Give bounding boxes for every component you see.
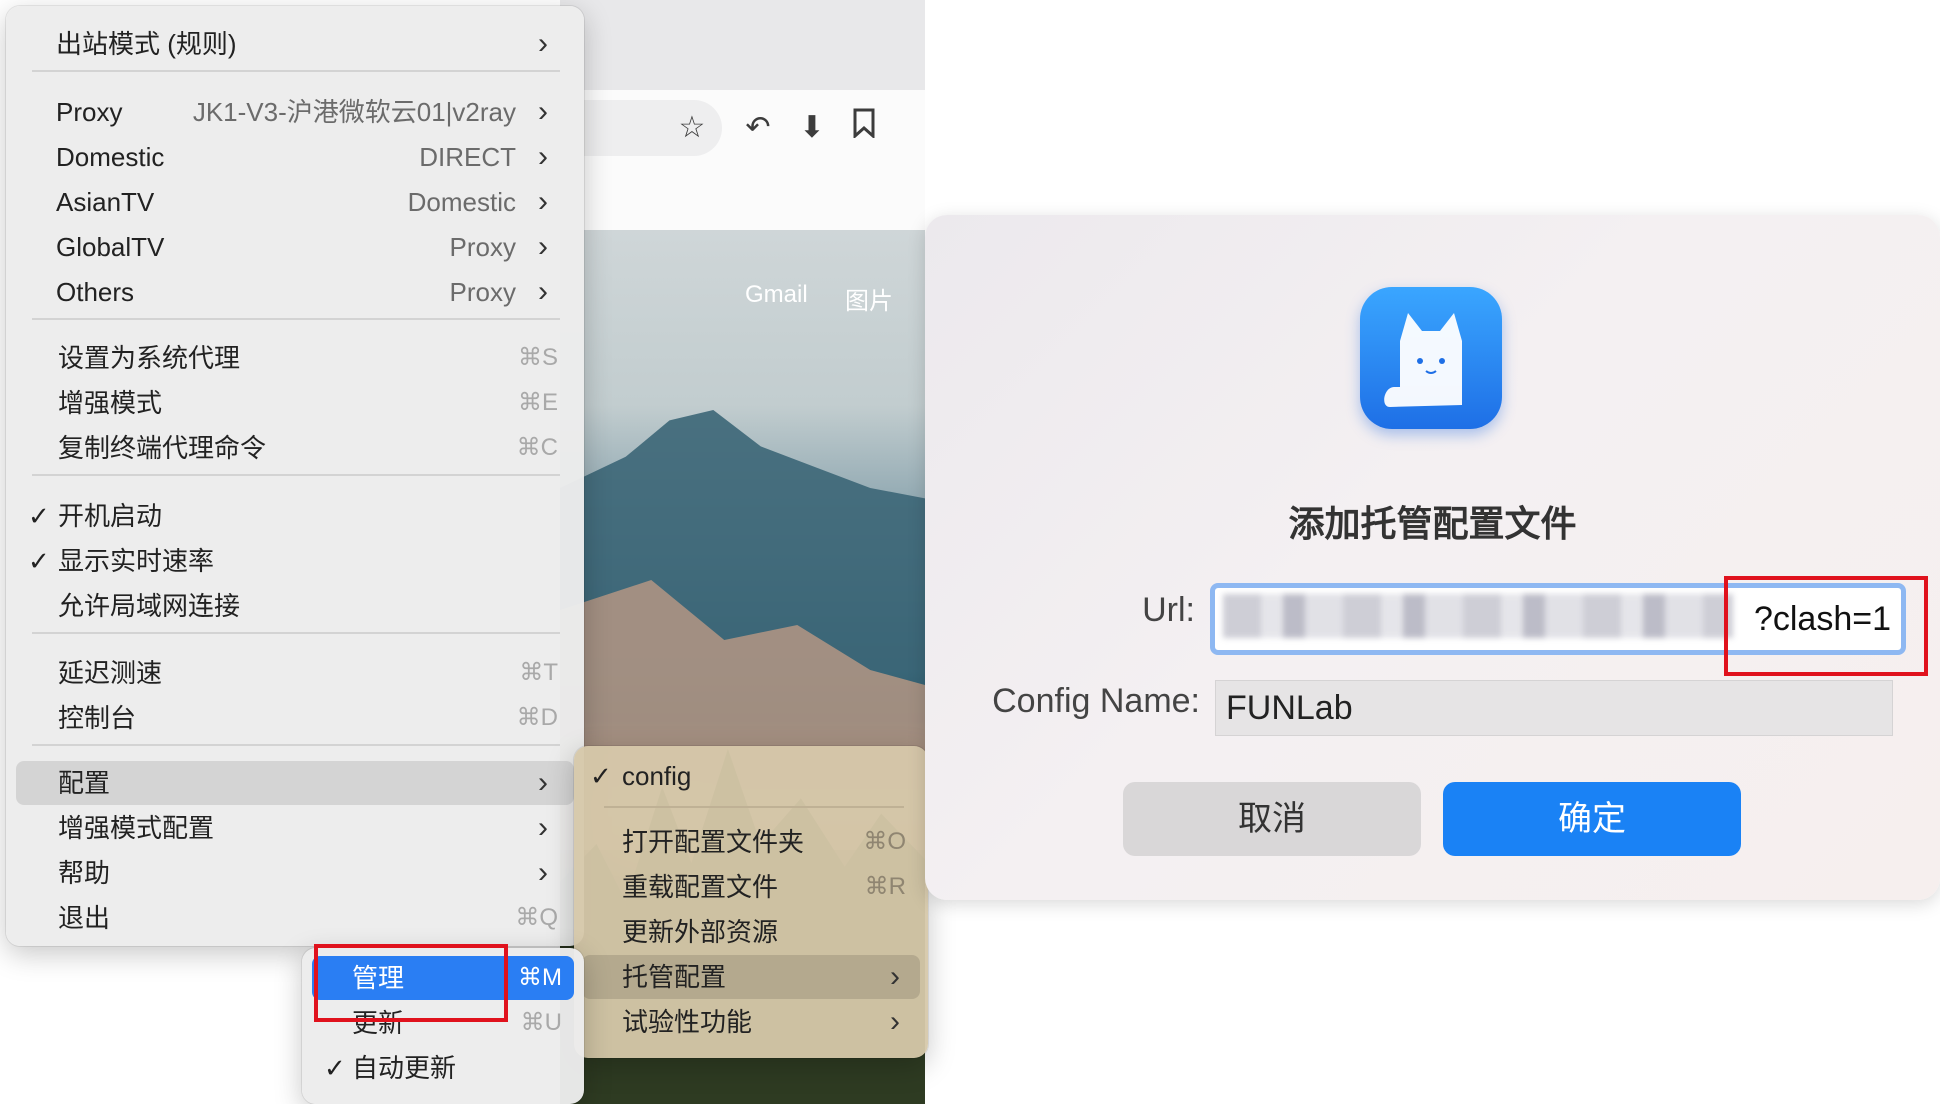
clashx-main-menu: 出站模式 (规则) › Proxy JK1-V3-沪港微软云01|v2ray ›… [6, 6, 584, 946]
menu-item-reload-config[interactable]: 重载配置文件 ⌘R [574, 865, 928, 909]
menu-item-help[interactable]: 帮助 › [6, 851, 584, 895]
menu-item-update-external[interactable]: 更新外部资源 [574, 910, 928, 954]
menu-item-value: Domestic [407, 187, 516, 217]
checkmark-icon: ✓ [590, 761, 612, 791]
menu-item-enhanced-mode[interactable]: 增强模式 ⌘E [6, 381, 584, 425]
annotation-red-box-manage [314, 944, 508, 1022]
chevron-right-icon: › [538, 185, 548, 218]
checkmark-icon: ✓ [28, 546, 50, 576]
menu-item-config-file[interactable]: ✓ config [574, 754, 928, 798]
menu-item-dashboard[interactable]: 控制台 ⌘D [6, 696, 584, 740]
chevron-right-icon: › [538, 811, 548, 844]
chevron-right-icon: › [538, 275, 548, 308]
menu-item-enhanced-config[interactable]: 增强模式配置 › [6, 806, 584, 850]
menu-separator [32, 632, 560, 634]
shortcut-label: ⌘R [864, 873, 906, 900]
config-name-value: FUNLab [1226, 689, 1353, 727]
menu-item-hosted-config[interactable]: 托管配置 › [582, 955, 920, 999]
shortcut-label: ⌘M [518, 964, 562, 991]
bookmark-icon[interactable] [844, 108, 884, 148]
menu-item-experimental[interactable]: 试验性功能 › [574, 1000, 928, 1044]
annotation-red-box-url [1724, 576, 1928, 676]
chevron-right-icon: › [538, 95, 548, 128]
config-submenu: ✓ config 打开配置文件夹 ⌘O 重载配置文件 ⌘R 更新外部资源 托管配… [574, 746, 928, 1058]
menu-item-show-speed[interactable]: ✓ 显示实时速率 [6, 539, 584, 583]
menu-item-open-config-folder[interactable]: 打开配置文件夹 ⌘O [574, 820, 928, 864]
menu-item-proxy[interactable]: Proxy JK1-V3-沪港微软云01|v2ray › [6, 90, 584, 134]
url-label: Url: [1142, 591, 1195, 629]
shortcut-label: ⌘D [516, 704, 558, 731]
menu-item-globaltv[interactable]: GlobalTV Proxy › [6, 225, 584, 269]
ok-button[interactable]: 确定 [1443, 782, 1741, 856]
menu-item-value: JK1-V3-沪港微软云01|v2ray [192, 97, 516, 127]
shortcut-label: ⌘O [863, 828, 906, 855]
chevron-right-icon: › [538, 230, 548, 263]
checkmark-icon: ✓ [28, 501, 50, 531]
chevron-right-icon: › [890, 1005, 900, 1038]
gmail-link[interactable]: Gmail [745, 281, 808, 309]
config-name-label: Config Name: [992, 682, 1200, 720]
menu-item-value: Proxy [449, 277, 516, 307]
clashx-app-icon [1360, 287, 1502, 429]
menu-separator [32, 744, 560, 746]
shortcut-label: ⌘S [517, 344, 558, 371]
browser-tab-bar [560, 0, 925, 90]
add-hosted-config-dialog: 添加托管配置文件 Url: ?clash=1 Config Name: FUNL… [925, 215, 1940, 900]
shortcut-label: ⌘Q [515, 904, 558, 931]
shortcut-label: ⌘U [520, 1009, 562, 1036]
menu-item-outbound-mode[interactable]: 出站模式 (规则) › [6, 22, 584, 66]
dialog-title: 添加托管配置文件 [1288, 503, 1577, 544]
menu-item-copy-terminal-command[interactable]: 复制终端代理命令 ⌘C [6, 426, 584, 470]
chevron-right-icon: › [538, 856, 548, 889]
menu-separator [604, 806, 904, 808]
shortcut-label: ⌘C [516, 434, 558, 461]
chevron-right-icon: › [538, 27, 548, 60]
menu-item-launch-at-login[interactable]: ✓ 开机启动 [6, 494, 584, 538]
chevron-right-icon: › [538, 140, 548, 173]
menu-item-others[interactable]: Others Proxy › [6, 270, 584, 314]
shortcut-label: ⌘E [517, 389, 558, 416]
menu-item-value: DIRECT [419, 142, 516, 172]
reply-icon[interactable]: ↶ [738, 108, 778, 148]
menu-item-value: Proxy [449, 232, 516, 262]
menu-separator [32, 318, 560, 320]
cancel-button[interactable]: 取消 [1123, 782, 1421, 856]
config-name-input[interactable]: FUNLab [1215, 680, 1893, 736]
shortcut-label: ⌘T [519, 659, 558, 686]
menu-item-domestic[interactable]: Domestic DIRECT › [6, 135, 584, 179]
download-icon[interactable]: ⬇ [792, 108, 832, 148]
menu-item-quit[interactable]: 退出 ⌘Q [6, 896, 584, 940]
menu-item-asiantv[interactable]: AsianTV Domestic › [6, 180, 584, 224]
menu-item-latency-test[interactable]: 延迟测速 ⌘T [6, 651, 584, 695]
images-link[interactable]: 图片 [845, 281, 893, 316]
blurred-url [1223, 594, 1733, 638]
checkmark-icon: ✓ [324, 1053, 346, 1083]
chevron-right-icon: › [890, 960, 900, 993]
menu-separator [32, 70, 560, 72]
menu-separator [32, 474, 560, 476]
star-icon[interactable]: ☆ [672, 108, 712, 148]
chevron-right-icon: › [538, 766, 548, 799]
menu-item-set-system-proxy[interactable]: 设置为系统代理 ⌘S [6, 336, 584, 380]
menu-item-config[interactable]: 配置 › [16, 761, 574, 805]
menu-item-auto-update[interactable]: ✓ 自动更新 [302, 1046, 584, 1090]
menu-item-allow-lan[interactable]: 允许局域网连接 [6, 584, 584, 628]
